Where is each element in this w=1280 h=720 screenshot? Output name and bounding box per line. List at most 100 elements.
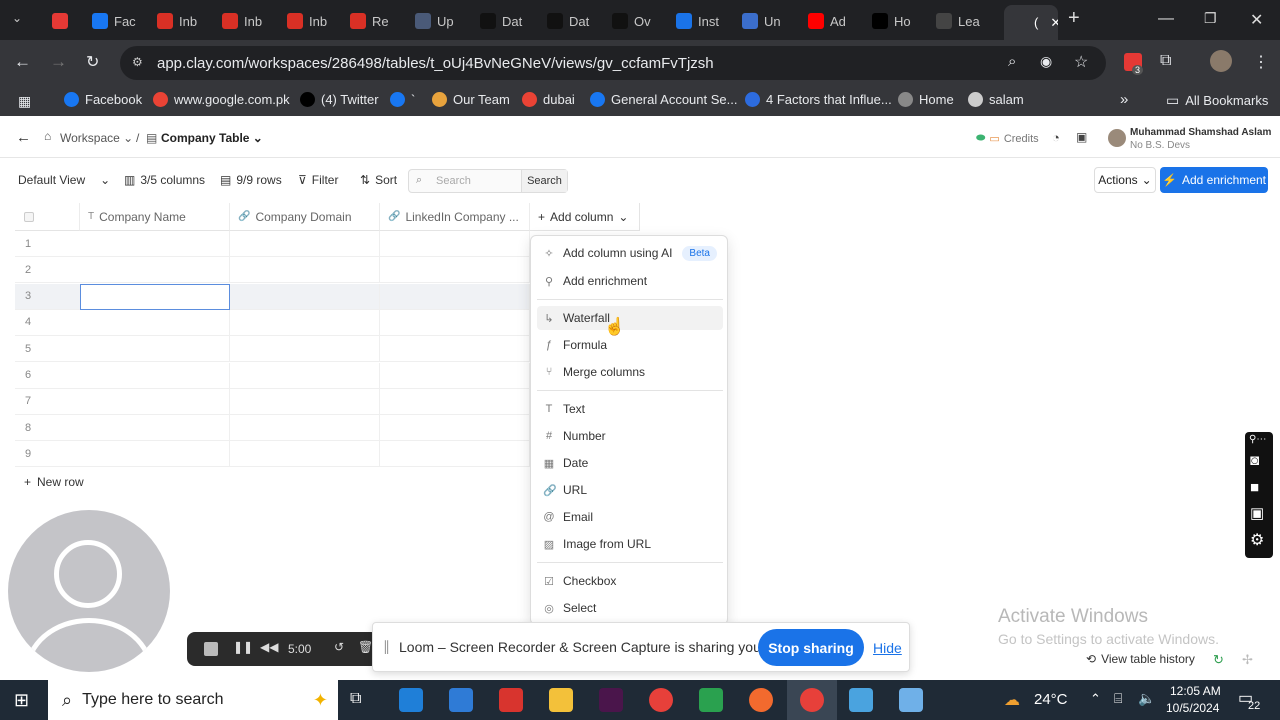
menu-item[interactable]: ☑ Checkbox <box>537 569 723 593</box>
browser-tab[interactable]: Ad <box>808 7 868 35</box>
zoom-icon[interactable]: ⌕ <box>1008 53 1016 70</box>
search-input[interactable]: ⌕ Search Search <box>408 169 568 193</box>
select-all-checkbox[interactable] <box>15 203 80 231</box>
all-bookmarks[interactable]: ▭ All Bookmarks <box>1166 92 1268 109</box>
browser-tab[interactable]: Dat <box>480 7 542 35</box>
user-avatar[interactable] <box>1108 129 1126 147</box>
screen-icon[interactable]: ▣ <box>1250 504 1264 522</box>
extensions-puzzle-icon[interactable]: ⧉ <box>1160 52 1171 70</box>
column-header[interactable]: T Company Name <box>80 203 230 231</box>
windows-start-icon[interactable]: ⊞ <box>14 690 29 711</box>
table-cell[interactable] <box>230 441 380 468</box>
menu-item[interactable]: T Text <box>537 397 723 421</box>
browser-tab[interactable]: Inb <box>222 7 282 35</box>
bookmark-item[interactable]: 4 Factors that Influe... <box>745 92 892 107</box>
more-icon[interactable]: ⚲⋯ <box>1249 434 1266 445</box>
drag-handle-icon[interactable]: ∥ <box>383 638 390 655</box>
delete-icon[interactable]: 🗑 <box>358 640 373 654</box>
row-number[interactable]: 3 <box>15 283 80 310</box>
pen-app-icon[interactable] <box>749 688 773 712</box>
bookmark-item[interactable]: dubai <box>522 92 575 107</box>
row-number[interactable]: 9 <box>15 441 80 468</box>
mail-icon[interactable] <box>449 688 473 712</box>
table-cell[interactable] <box>80 309 230 336</box>
table-cell[interactable] <box>230 309 380 336</box>
app-icon-red[interactable] <box>499 688 523 712</box>
clock-date[interactable]: 10/5/2024 <box>1166 701 1219 715</box>
paint-icon[interactable] <box>849 688 873 712</box>
bookmark-item[interactable]: Our Team <box>432 92 510 107</box>
minimize-button[interactable]: — <box>1158 10 1174 28</box>
view-table-history[interactable]: ⟲ View table history <box>1086 652 1195 666</box>
browser-tab[interactable]: Fac <box>92 7 152 35</box>
table-cell[interactable] <box>380 231 530 257</box>
pause-icon[interactable]: ❚❚ <box>233 640 253 654</box>
reload-icon[interactable]: ↻ <box>86 52 99 72</box>
tray-chevron-icon[interactable]: ⌃ <box>1090 691 1101 707</box>
row-number[interactable]: 4 <box>15 310 80 336</box>
table-cell[interactable] <box>230 231 380 257</box>
table-cell[interactable] <box>80 336 230 363</box>
browser-tab[interactable]: Ho <box>872 7 932 35</box>
actions-button[interactable]: Actions ⌄ <box>1094 167 1156 193</box>
pin-icon[interactable]: ✢ <box>1242 652 1253 668</box>
column-header[interactable]: 🔗 Company Domain <box>230 203 380 231</box>
refresh-icon[interactable]: ↻ <box>1213 652 1224 668</box>
browser-tab[interactable]: Dat <box>547 7 609 35</box>
browser-tab[interactable]: Un <box>742 7 804 35</box>
close-window-button[interactable]: ✕ <box>1250 10 1263 30</box>
table-cell[interactable] <box>380 309 530 336</box>
table-cell[interactable] <box>230 415 380 442</box>
address-bar[interactable]: ⚙ app.clay.com/workspaces/286498/tables/… <box>120 46 1106 80</box>
row-number[interactable]: 8 <box>15 415 80 442</box>
taskbar-search[interactable]: ⌕ Type here to search ✦ <box>48 680 338 720</box>
help-icon[interactable]: ◔ <box>1052 130 1060 145</box>
table-cell[interactable] <box>380 362 530 389</box>
menu-item[interactable]: ƒ Formula <box>537 333 723 357</box>
table-cell[interactable] <box>80 283 230 310</box>
chrome-active-icon[interactable] <box>800 688 824 712</box>
row-number[interactable]: 5 <box>15 336 80 363</box>
stop-record-button[interactable] <box>204 642 218 656</box>
new-row-button[interactable]: + New row <box>24 475 84 489</box>
bookmark-item[interactable]: Home <box>898 92 954 107</box>
menu-item[interactable]: @ Email <box>537 505 723 529</box>
browser-tab[interactable]: Inst <box>676 7 736 35</box>
bookmark-item[interactable]: www.google.com.pk <box>153 92 290 107</box>
file-explorer-icon[interactable] <box>549 688 573 712</box>
table-cell[interactable] <box>80 441 230 468</box>
menu-item-ai[interactable]: ✧ Add column using AI Beta <box>537 241 723 265</box>
notepad-icon[interactable] <box>899 688 923 712</box>
forward-icon[interactable]: → <box>50 52 67 72</box>
rows-button[interactable]: ▤ 9/9 rows <box>220 173 282 187</box>
bookmarks-overflow-icon[interactable]: » <box>1120 91 1128 108</box>
search-button[interactable]: Search <box>521 170 567 192</box>
view-selector[interactable]: Default View ⌄ <box>18 173 110 187</box>
row-number[interactable]: 7 <box>15 389 80 415</box>
row-number[interactable]: 2 <box>15 257 80 284</box>
table-cell[interactable] <box>80 415 230 442</box>
sort-button[interactable]: ⇅ Sort <box>360 173 397 187</box>
settings-gear-icon[interactable]: ⚙ <box>1250 530 1264 550</box>
browser-tab[interactable]: Up <box>415 7 475 35</box>
volume-icon[interactable]: 🔈 <box>1138 690 1155 707</box>
bookmark-item[interactable]: Facebook <box>64 92 142 107</box>
eye-off-icon[interactable]: ◉ <box>1040 53 1052 70</box>
browser-tab[interactable]: Inb <box>287 7 347 35</box>
menu-item[interactable]: ◎ Select <box>537 596 723 620</box>
row-number[interactable]: 6 <box>15 363 80 389</box>
table-cell[interactable] <box>80 257 230 284</box>
site-info-icon[interactable]: ⚙ <box>132 55 143 69</box>
filter-button[interactable]: ⊽ Filter <box>298 173 338 187</box>
restart-icon[interactable]: ↺ <box>334 640 344 654</box>
menu-item[interactable]: 🔗 URL <box>537 478 723 502</box>
table-cell[interactable] <box>80 388 230 415</box>
browser-tab[interactable]: Re <box>350 7 410 35</box>
browser-tab[interactable] <box>52 7 72 35</box>
apps-grid-icon[interactable]: ▦ <box>18 93 31 110</box>
table-cell[interactable] <box>230 362 380 389</box>
table-cell[interactable] <box>380 336 530 363</box>
table-cell[interactable] <box>380 283 530 310</box>
row-number[interactable]: 1 <box>15 231 80 257</box>
bookmark-item[interactable]: salam <box>968 92 1024 107</box>
